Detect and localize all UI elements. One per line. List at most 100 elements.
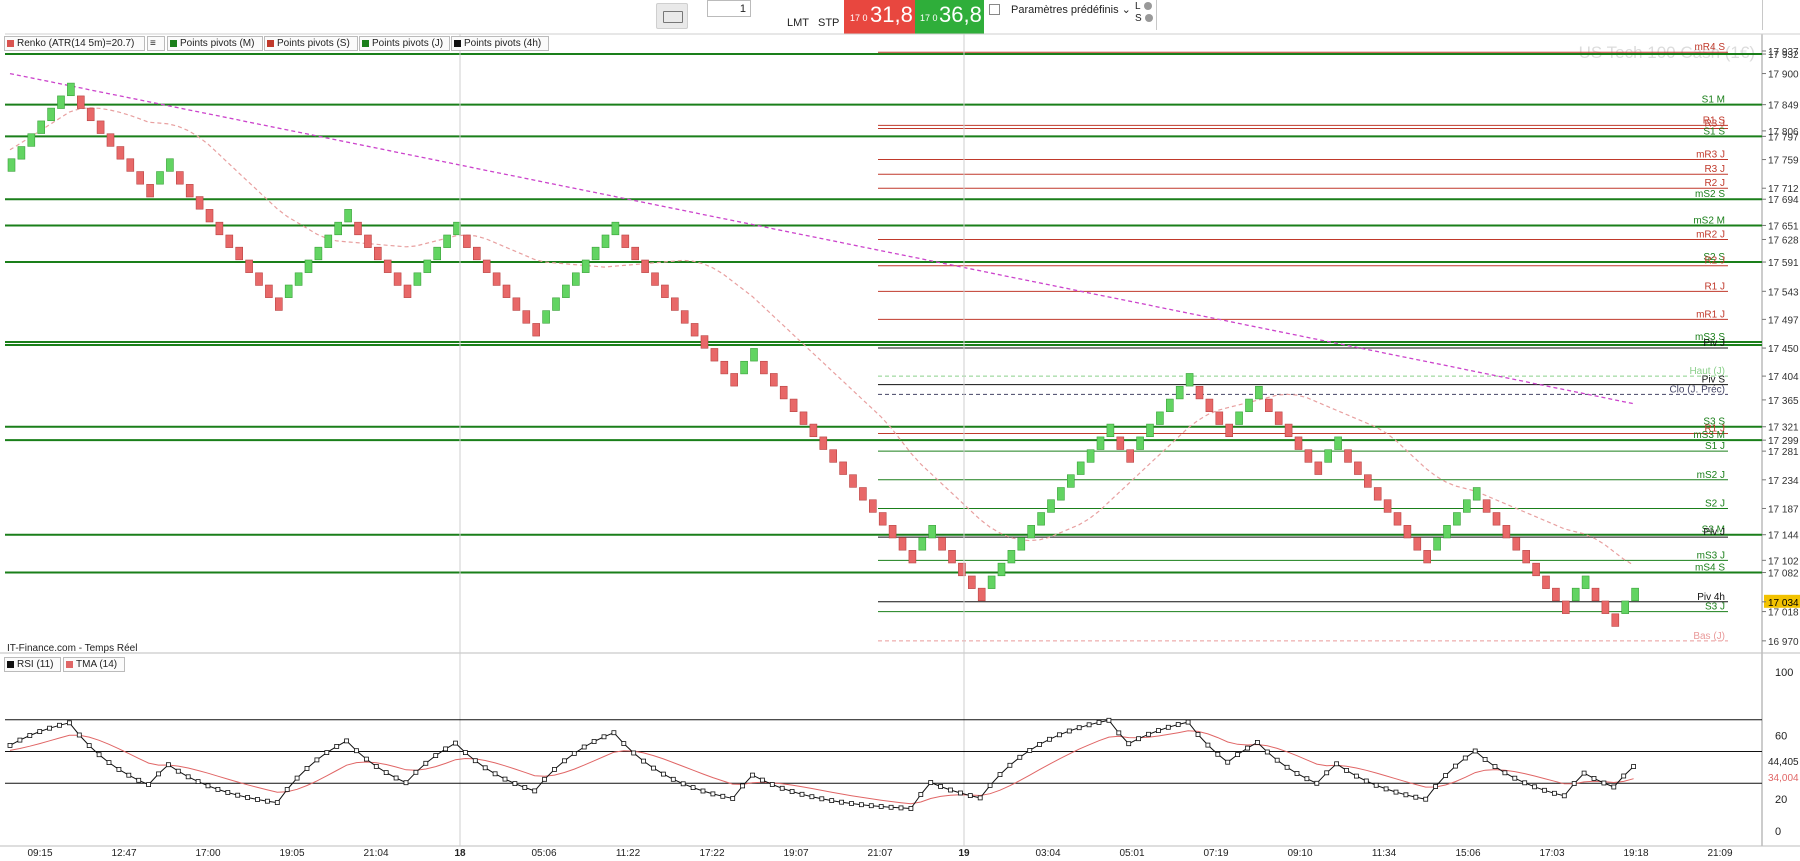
rsi-point	[631, 750, 637, 756]
legend-pivots-m[interactable]: Points pivots (M)	[167, 36, 263, 51]
price-tick-label: 17 404	[1768, 372, 1799, 383]
renko-brick	[77, 95, 85, 109]
rsi-point	[1274, 757, 1280, 763]
rsi-point	[1373, 782, 1379, 788]
renko-brick	[1195, 385, 1204, 400]
renko-brick	[1373, 487, 1382, 501]
time-axis-label: 18	[454, 848, 466, 859]
renko-chart[interactable]: US Tech 100 Cash (1€)mR4 SS1 MR1 SR3 JS1…	[0, 0, 1800, 861]
pivot-label: Clo (J. Préc)	[1669, 384, 1725, 395]
rsi-point	[562, 758, 567, 764]
renko-brick	[512, 297, 521, 311]
pivot-label: mS3 J	[1697, 550, 1725, 561]
rsi-point	[37, 729, 43, 734]
price-tick-label: 17 187	[1768, 504, 1799, 515]
rsi-point	[1255, 740, 1260, 745]
rsi-point	[1304, 776, 1310, 782]
renko-brick	[1314, 461, 1323, 475]
rsi-point	[769, 782, 775, 787]
pivot-label: mR3 J	[1696, 150, 1725, 161]
renko-brick	[1453, 512, 1461, 526]
price-tick-label: 17 450	[1768, 344, 1799, 355]
rsi-point	[1601, 780, 1607, 786]
rsi-point	[1106, 717, 1112, 723]
renko-brick	[314, 246, 323, 261]
renko-brick	[1364, 474, 1372, 488]
rsi-point	[1076, 725, 1082, 731]
rsi-point	[383, 770, 389, 775]
legend-tma[interactable]: TMA (14)	[63, 657, 125, 672]
renko-brick	[166, 158, 174, 172]
rsi-point	[344, 738, 350, 744]
rsi-tick-label: 0	[1775, 826, 1781, 838]
renko-brick	[67, 82, 75, 97]
legend-pivots-4h[interactable]: Points pivots (4h)	[451, 36, 549, 51]
rsi-point	[334, 744, 340, 749]
rsi-point	[126, 772, 132, 778]
rsi-point	[1215, 751, 1221, 757]
legend-renko[interactable]: Renko (ATR(14 5m)=20.7)	[4, 36, 145, 51]
time-axis-label: 15:06	[1455, 848, 1480, 859]
pivot-label: S1 J	[1705, 441, 1725, 452]
rsi-point	[878, 804, 884, 809]
renko-brick	[472, 246, 481, 261]
rsi-point	[1225, 759, 1231, 765]
renko-brick	[1383, 499, 1392, 513]
legend-label: Points pivots (4h)	[464, 38, 542, 49]
rsi-point	[7, 743, 13, 748]
renko-brick	[1027, 525, 1035, 539]
renko-brick	[47, 107, 55, 122]
rsi-point	[27, 733, 33, 738]
pivot-label: mS2 M	[1693, 215, 1725, 226]
rsi-point	[958, 790, 963, 796]
renko-brick	[274, 297, 283, 311]
renko-brick	[868, 499, 877, 513]
renko-brick	[176, 171, 184, 185]
legend-pivots-s[interactable]: Points pivots (S)	[264, 36, 358, 51]
renko-brick	[324, 234, 333, 248]
renko-brick	[116, 146, 125, 160]
renko-brick	[938, 537, 946, 551]
rsi-point	[977, 795, 983, 801]
rsi-point	[552, 767, 557, 772]
legend-label: RSI (11)	[17, 659, 54, 670]
rsi-point	[1235, 752, 1240, 757]
rsi-point	[1116, 730, 1122, 736]
price-tick-label: 17 299	[1768, 436, 1799, 447]
rsi-point	[116, 767, 122, 772]
rsi-point	[255, 797, 260, 802]
renko-brick	[265, 284, 273, 298]
price-tick-label: 17 144	[1768, 531, 1799, 542]
renko-brick	[344, 209, 352, 223]
rsi-point	[690, 785, 696, 790]
renko-brick	[1235, 411, 1243, 425]
renko-brick	[1502, 525, 1511, 539]
renko-brick	[1175, 385, 1184, 400]
time-axis-label: 17:03	[1539, 848, 1564, 859]
renko-brick	[1344, 449, 1352, 463]
price-tick-label: 17 543	[1768, 287, 1799, 298]
renko-brick	[571, 272, 580, 286]
renko-brick	[1017, 537, 1026, 551]
rsi-point	[750, 772, 755, 778]
legend-rsi[interactable]: RSI (11)	[4, 657, 61, 672]
price-tick-label: 17 694	[1768, 195, 1799, 206]
moving-average-short	[9, 107, 1634, 566]
price-tick-label: 17 797	[1768, 132, 1799, 143]
rsi-point	[720, 793, 726, 799]
rsi-point	[1363, 778, 1369, 784]
renko-brick	[453, 221, 461, 236]
renko-brick	[1215, 411, 1224, 425]
legend-pivots-j[interactable]: Points pivots (J)	[359, 36, 450, 51]
renko-brick	[581, 259, 590, 273]
renko-brick	[1205, 398, 1214, 413]
renko-brick	[948, 550, 956, 564]
renko-brick	[552, 297, 560, 311]
list-icon[interactable]: ≡	[147, 36, 165, 51]
renko-brick	[651, 272, 659, 286]
renko-brick	[37, 120, 46, 134]
rsi-point	[215, 787, 221, 792]
rsi-point	[1096, 720, 1102, 725]
renko-brick	[918, 537, 927, 551]
price-tick-label: 17 321	[1768, 423, 1799, 434]
